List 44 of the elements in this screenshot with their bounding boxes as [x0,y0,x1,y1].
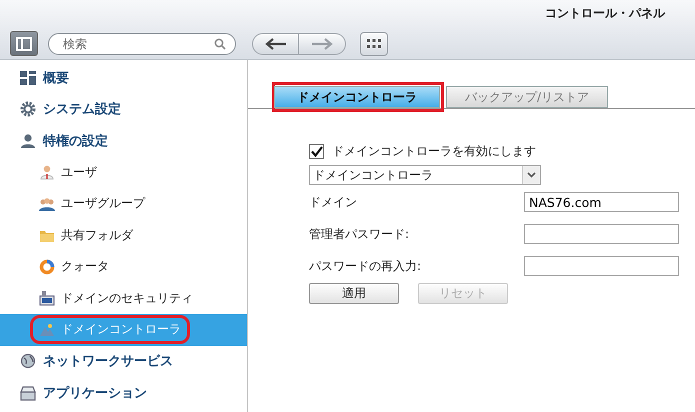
sidebar-item[interactable]: 特権の設定 [0,125,247,156]
person-icon [19,132,37,149]
field-label: 管理者パスワード: [309,226,410,242]
window-title: コントロール・パネル [545,5,665,22]
left-arrow-icon [264,38,286,50]
checkbox-label: ドメインコントローラを有効にします [332,142,536,160]
right-arrow-icon [311,38,333,50]
sidebar-item[interactable]: ネットワークサービス [0,346,247,377]
tab[interactable]: バックアップ/リストア [446,86,608,108]
sidebar-item[interactable]: クォータ [0,251,247,282]
sidebar-toggle-button[interactable] [10,31,38,56]
sidebar-item[interactable]: アプリケーション [0,377,247,408]
user-icon [39,164,55,180]
sidebar-item[interactable]: ユーザ [0,156,247,188]
apps-button[interactable] [360,32,388,56]
checkbox[interactable] [309,144,324,158]
dots-grid-icon [367,38,381,48]
search-field[interactable]: 検索 [48,32,236,54]
gear-icon [19,101,37,118]
back-button[interactable] [252,32,299,54]
monitor-icon [39,290,55,306]
mountain-icon [39,322,55,338]
input-field[interactable] [524,256,679,276]
sidebar-item[interactable]: システム設定 [0,94,247,125]
input-field[interactable] [524,224,679,244]
users-icon [39,196,55,212]
globe-icon [19,353,37,370]
sidebar-toggle-icon [16,36,32,50]
field-label: ドメイン [309,194,357,210]
sidebar-item[interactable]: 概要 [0,62,247,94]
highlight-outline: ドメインコントローラ [30,315,190,344]
mode-dropdown[interactable]: ドメインコントローラ [309,165,541,185]
sidebar-item[interactable]: ユーザグループ [0,188,247,220]
apply-button[interactable]: 適用 [309,283,399,304]
tray-icon [19,384,37,401]
tab[interactable]: ドメインコントローラ [274,86,440,108]
sidebar-item[interactable]: ドメインのセキュリティ [0,282,247,314]
grid-icon [19,70,37,86]
ring-icon [39,258,55,275]
search-icon [214,38,226,50]
sidebar-item[interactable]: 共有フォルダ [0,220,247,251]
field-label: パスワードの再入力: [309,258,422,274]
caret-icon [527,172,536,178]
input-field[interactable]: NAS76.com [524,192,679,212]
